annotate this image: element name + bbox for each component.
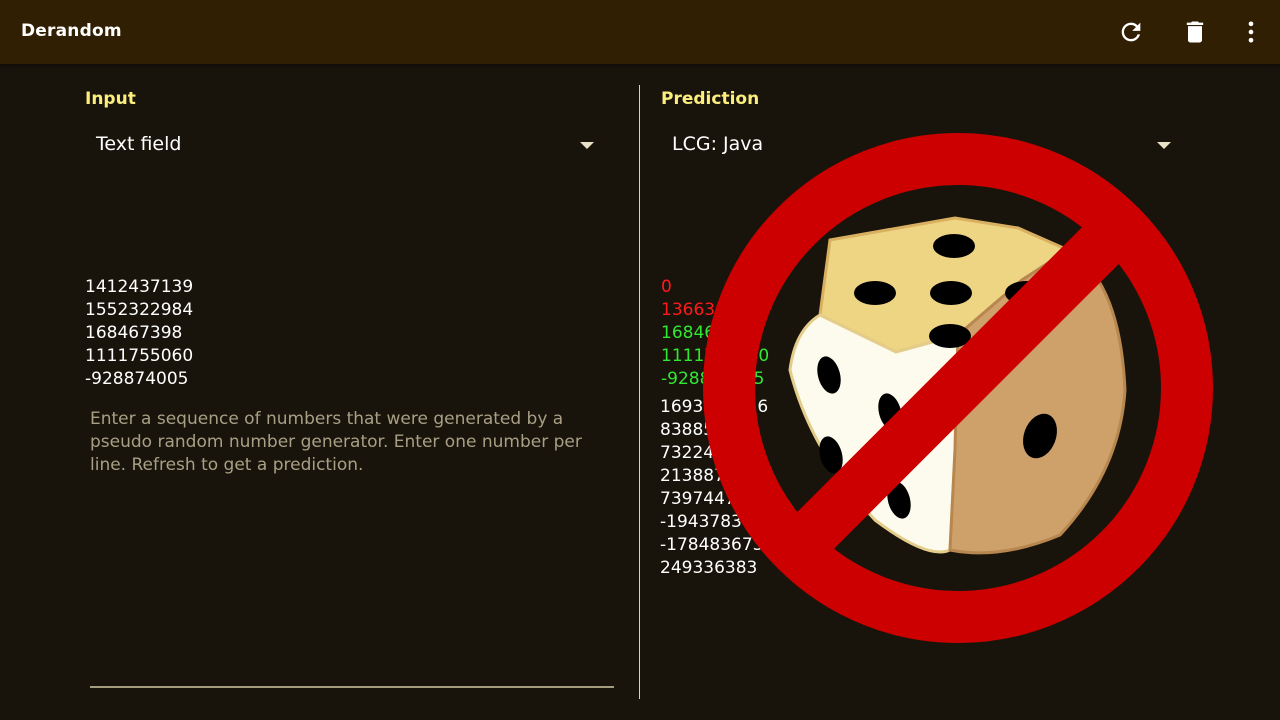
trash-icon	[1186, 21, 1204, 43]
input-source-dropdown[interactable]: Text field	[85, 122, 615, 168]
pane-divider	[639, 85, 640, 699]
overflow-menu-button[interactable]	[1231, 12, 1271, 52]
input-number: 1552322984	[85, 300, 194, 320]
app-title: Derandom	[21, 21, 122, 41]
delete-button[interactable]	[1175, 12, 1215, 52]
no-dice-icon	[703, 133, 1213, 643]
input-label: Input	[85, 89, 136, 109]
refresh-icon	[1121, 22, 1141, 42]
prediction-label: Prediction	[661, 89, 760, 109]
more-vert-icon	[1248, 21, 1254, 43]
input-field-underline[interactable]	[90, 686, 614, 688]
input-number: 1412437139	[85, 277, 194, 297]
refresh-button[interactable]	[1111, 12, 1151, 52]
dropdown-arrow-icon	[580, 142, 594, 149]
app-bar: Derandom	[0, 0, 1280, 64]
input-number: 1111755060	[85, 346, 194, 366]
input-number: -928874005	[85, 369, 189, 389]
input-hint-text: Enter a sequence of numbers that were ge…	[90, 409, 582, 475]
input-source-value: Text field	[96, 133, 182, 155]
input-number-list[interactable]: 1412437139 1552322984 168467398 11117550…	[85, 276, 193, 391]
input-number: 168467398	[85, 323, 183, 343]
